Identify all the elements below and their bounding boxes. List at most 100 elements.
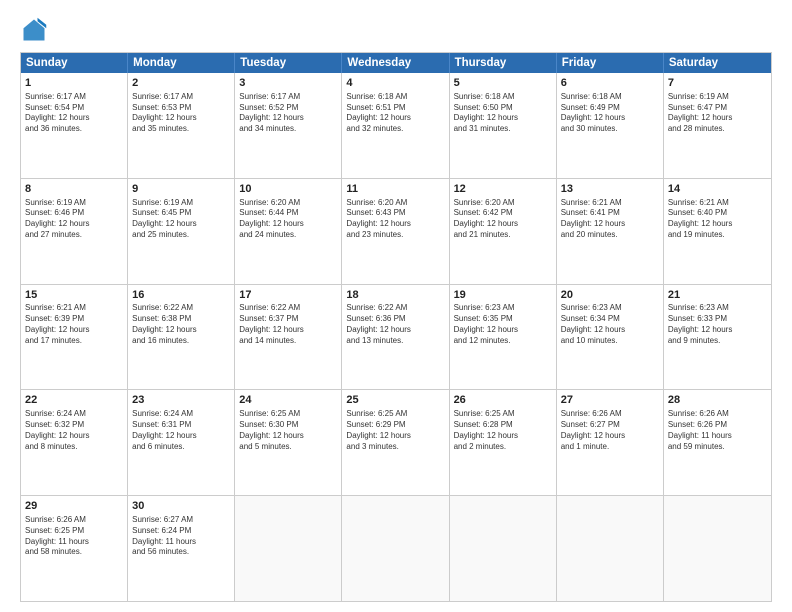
calendar-cell-day-18: 18Sunrise: 6:22 AMSunset: 6:36 PMDayligh…: [342, 285, 449, 390]
calendar-cell-day-17: 17Sunrise: 6:22 AMSunset: 6:37 PMDayligh…: [235, 285, 342, 390]
calendar-cell-day-3: 3Sunrise: 6:17 AMSunset: 6:52 PMDaylight…: [235, 73, 342, 178]
cell-info: Sunrise: 6:26 AMSunset: 6:27 PMDaylight:…: [561, 409, 659, 452]
calendar-cell-day-24: 24Sunrise: 6:25 AMSunset: 6:30 PMDayligh…: [235, 390, 342, 495]
calendar-cell-day-30: 30Sunrise: 6:27 AMSunset: 6:24 PMDayligh…: [128, 496, 235, 601]
cell-info: Sunrise: 6:17 AMSunset: 6:54 PMDaylight:…: [25, 92, 123, 135]
calendar-cell-day-11: 11Sunrise: 6:20 AMSunset: 6:43 PMDayligh…: [342, 179, 449, 284]
calendar-cell-day-28: 28Sunrise: 6:26 AMSunset: 6:26 PMDayligh…: [664, 390, 771, 495]
calendar-cell-day-1: 1Sunrise: 6:17 AMSunset: 6:54 PMDaylight…: [21, 73, 128, 178]
weekday-header-saturday: Saturday: [664, 53, 771, 73]
cell-info: Sunrise: 6:25 AMSunset: 6:28 PMDaylight:…: [454, 409, 552, 452]
calendar-cell-day-19: 19Sunrise: 6:23 AMSunset: 6:35 PMDayligh…: [450, 285, 557, 390]
weekday-header-monday: Monday: [128, 53, 235, 73]
cell-info: Sunrise: 6:19 AMSunset: 6:45 PMDaylight:…: [132, 198, 230, 241]
day-number: 27: [561, 393, 659, 408]
day-number: 1: [25, 76, 123, 91]
calendar-cell-day-12: 12Sunrise: 6:20 AMSunset: 6:42 PMDayligh…: [450, 179, 557, 284]
calendar-cell-day-6: 6Sunrise: 6:18 AMSunset: 6:49 PMDaylight…: [557, 73, 664, 178]
calendar-cell-empty: [557, 496, 664, 601]
weekday-header-friday: Friday: [557, 53, 664, 73]
calendar-cell-empty: [235, 496, 342, 601]
calendar-cell-day-10: 10Sunrise: 6:20 AMSunset: 6:44 PMDayligh…: [235, 179, 342, 284]
calendar-cell-day-7: 7Sunrise: 6:19 AMSunset: 6:47 PMDaylight…: [664, 73, 771, 178]
day-number: 20: [561, 288, 659, 303]
calendar-body: 1Sunrise: 6:17 AMSunset: 6:54 PMDaylight…: [21, 73, 771, 601]
cell-info: Sunrise: 6:22 AMSunset: 6:37 PMDaylight:…: [239, 303, 337, 346]
cell-info: Sunrise: 6:23 AMSunset: 6:34 PMDaylight:…: [561, 303, 659, 346]
calendar-cell-day-4: 4Sunrise: 6:18 AMSunset: 6:51 PMDaylight…: [342, 73, 449, 178]
day-number: 2: [132, 76, 230, 91]
cell-info: Sunrise: 6:20 AMSunset: 6:42 PMDaylight:…: [454, 198, 552, 241]
calendar-cell-empty: [450, 496, 557, 601]
calendar-cell-day-22: 22Sunrise: 6:24 AMSunset: 6:32 PMDayligh…: [21, 390, 128, 495]
cell-info: Sunrise: 6:26 AMSunset: 6:25 PMDaylight:…: [25, 515, 123, 558]
day-number: 30: [132, 499, 230, 514]
header: [20, 16, 772, 44]
cell-info: Sunrise: 6:23 AMSunset: 6:35 PMDaylight:…: [454, 303, 552, 346]
weekday-header-thursday: Thursday: [450, 53, 557, 73]
day-number: 13: [561, 182, 659, 197]
calendar-cell-day-14: 14Sunrise: 6:21 AMSunset: 6:40 PMDayligh…: [664, 179, 771, 284]
day-number: 23: [132, 393, 230, 408]
day-number: 7: [668, 76, 767, 91]
cell-info: Sunrise: 6:18 AMSunset: 6:51 PMDaylight:…: [346, 92, 444, 135]
cell-info: Sunrise: 6:21 AMSunset: 6:39 PMDaylight:…: [25, 303, 123, 346]
calendar-cell-day-25: 25Sunrise: 6:25 AMSunset: 6:29 PMDayligh…: [342, 390, 449, 495]
calendar-header: SundayMondayTuesdayWednesdayThursdayFrid…: [21, 53, 771, 73]
day-number: 3: [239, 76, 337, 91]
cell-info: Sunrise: 6:24 AMSunset: 6:31 PMDaylight:…: [132, 409, 230, 452]
calendar-cell-day-21: 21Sunrise: 6:23 AMSunset: 6:33 PMDayligh…: [664, 285, 771, 390]
day-number: 11: [346, 182, 444, 197]
day-number: 24: [239, 393, 337, 408]
logo: [20, 16, 52, 44]
day-number: 22: [25, 393, 123, 408]
day-number: 4: [346, 76, 444, 91]
day-number: 21: [668, 288, 767, 303]
calendar: SundayMondayTuesdayWednesdayThursdayFrid…: [20, 52, 772, 602]
cell-info: Sunrise: 6:19 AMSunset: 6:46 PMDaylight:…: [25, 198, 123, 241]
calendar-cell-day-8: 8Sunrise: 6:19 AMSunset: 6:46 PMDaylight…: [21, 179, 128, 284]
logo-icon: [20, 16, 48, 44]
cell-info: Sunrise: 6:25 AMSunset: 6:29 PMDaylight:…: [346, 409, 444, 452]
calendar-cell-day-29: 29Sunrise: 6:26 AMSunset: 6:25 PMDayligh…: [21, 496, 128, 601]
calendar-cell-day-26: 26Sunrise: 6:25 AMSunset: 6:28 PMDayligh…: [450, 390, 557, 495]
day-number: 5: [454, 76, 552, 91]
calendar-cell-empty: [342, 496, 449, 601]
cell-info: Sunrise: 6:18 AMSunset: 6:49 PMDaylight:…: [561, 92, 659, 135]
day-number: 8: [25, 182, 123, 197]
cell-info: Sunrise: 6:17 AMSunset: 6:53 PMDaylight:…: [132, 92, 230, 135]
day-number: 28: [668, 393, 767, 408]
calendar-cell-day-20: 20Sunrise: 6:23 AMSunset: 6:34 PMDayligh…: [557, 285, 664, 390]
day-number: 6: [561, 76, 659, 91]
day-number: 25: [346, 393, 444, 408]
day-number: 17: [239, 288, 337, 303]
cell-info: Sunrise: 6:20 AMSunset: 6:43 PMDaylight:…: [346, 198, 444, 241]
day-number: 10: [239, 182, 337, 197]
cell-info: Sunrise: 6:20 AMSunset: 6:44 PMDaylight:…: [239, 198, 337, 241]
day-number: 16: [132, 288, 230, 303]
weekday-header-sunday: Sunday: [21, 53, 128, 73]
cell-info: Sunrise: 6:25 AMSunset: 6:30 PMDaylight:…: [239, 409, 337, 452]
cell-info: Sunrise: 6:21 AMSunset: 6:40 PMDaylight:…: [668, 198, 767, 241]
cell-info: Sunrise: 6:18 AMSunset: 6:50 PMDaylight:…: [454, 92, 552, 135]
calendar-cell-day-15: 15Sunrise: 6:21 AMSunset: 6:39 PMDayligh…: [21, 285, 128, 390]
weekday-header-tuesday: Tuesday: [235, 53, 342, 73]
cell-info: Sunrise: 6:23 AMSunset: 6:33 PMDaylight:…: [668, 303, 767, 346]
calendar-cell-day-13: 13Sunrise: 6:21 AMSunset: 6:41 PMDayligh…: [557, 179, 664, 284]
calendar-cell-empty: [664, 496, 771, 601]
cell-info: Sunrise: 6:22 AMSunset: 6:38 PMDaylight:…: [132, 303, 230, 346]
calendar-cell-day-23: 23Sunrise: 6:24 AMSunset: 6:31 PMDayligh…: [128, 390, 235, 495]
calendar-row-4: 22Sunrise: 6:24 AMSunset: 6:32 PMDayligh…: [21, 389, 771, 495]
calendar-cell-day-27: 27Sunrise: 6:26 AMSunset: 6:27 PMDayligh…: [557, 390, 664, 495]
day-number: 9: [132, 182, 230, 197]
calendar-cell-day-16: 16Sunrise: 6:22 AMSunset: 6:38 PMDayligh…: [128, 285, 235, 390]
calendar-row-1: 1Sunrise: 6:17 AMSunset: 6:54 PMDaylight…: [21, 73, 771, 178]
calendar-cell-day-9: 9Sunrise: 6:19 AMSunset: 6:45 PMDaylight…: [128, 179, 235, 284]
page: SundayMondayTuesdayWednesdayThursdayFrid…: [0, 0, 792, 612]
calendar-cell-day-2: 2Sunrise: 6:17 AMSunset: 6:53 PMDaylight…: [128, 73, 235, 178]
cell-info: Sunrise: 6:17 AMSunset: 6:52 PMDaylight:…: [239, 92, 337, 135]
weekday-header-wednesday: Wednesday: [342, 53, 449, 73]
calendar-row-3: 15Sunrise: 6:21 AMSunset: 6:39 PMDayligh…: [21, 284, 771, 390]
day-number: 18: [346, 288, 444, 303]
day-number: 29: [25, 499, 123, 514]
